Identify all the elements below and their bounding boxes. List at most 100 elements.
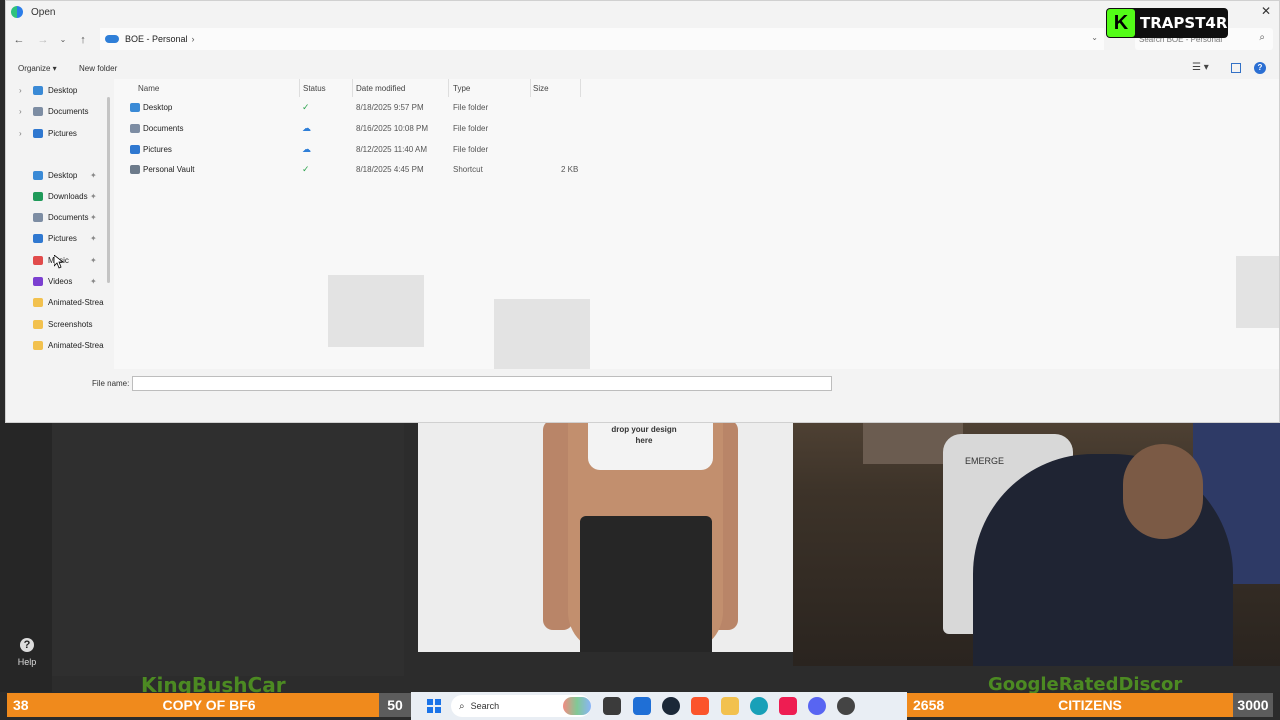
task-view-icon[interactable] (603, 697, 621, 715)
pin-icon[interactable]: ✦ (90, 171, 97, 180)
file-explorer-icon[interactable] (721, 697, 739, 715)
pin-icon[interactable]: ✦ (90, 213, 97, 222)
obs-icon[interactable] (837, 697, 855, 715)
file-name: Personal Vault (143, 165, 195, 174)
open-file-dialog: Open ✕ ← → ⌄ ↑ BOE - Personal › ⌄ ⌕ Orga… (5, 0, 1280, 423)
quick-access-item[interactable]: Animated-Strea (6, 336, 104, 354)
help-label: Help (17, 657, 37, 667)
pin-icon[interactable]: ✦ (90, 234, 97, 243)
file-row[interactable]: Desktop ✓ 8/18/2025 9:57 PM File folder (120, 98, 590, 118)
navigation-pane: › Desktop › Documents › Pictures Desktop ✦ Downl… (6, 79, 104, 369)
folder-icon (33, 106, 43, 116)
quick-access-item[interactable]: Screenshots (6, 315, 92, 333)
edge-icon (11, 6, 23, 18)
help-icon: ? (20, 638, 34, 652)
folder-icon (130, 165, 140, 174)
column-headers: Name Status Date modified Type Size (114, 79, 584, 97)
steam-icon[interactable] (662, 697, 680, 715)
dialog-titlebar: Open ✕ (6, 1, 1279, 23)
file-row[interactable]: Pictures ☁ 8/12/2025 11:40 AM File folder (120, 140, 590, 160)
folder-icon (33, 85, 43, 95)
pin-icon[interactable]: ✦ (90, 192, 97, 201)
quick-access-label: Animated-Strea (48, 297, 104, 307)
file-list: Name Status Date modified Type Size Desk… (114, 79, 1279, 369)
column-name[interactable]: Name (138, 84, 159, 93)
expand-chevron-icon[interactable]: › (19, 107, 29, 116)
folder-icon (33, 212, 43, 222)
file-name: Desktop (143, 103, 173, 112)
file-row[interactable]: Personal Vault ✓ 8/18/2025 4:45 PM Shortcut… (120, 160, 590, 180)
file-type: File folder (453, 145, 489, 154)
folder-icon (33, 170, 43, 180)
address-row: ← → ⌄ ↑ BOE - Personal › ⌄ ⌕ (6, 28, 1279, 52)
nav-tree-item[interactable]: › Documents (6, 102, 88, 120)
quick-access-label: Screenshots (48, 319, 93, 329)
notepad-icon[interactable] (633, 697, 651, 715)
column-status[interactable]: Status (303, 84, 326, 93)
brave-icon[interactable] (691, 697, 709, 715)
quick-access-item[interactable]: Desktop ✦ (6, 166, 97, 184)
nav-tree-item[interactable]: › Desktop (6, 81, 77, 99)
nav-scrollbar[interactable] (107, 97, 110, 283)
pin-icon[interactable]: ✦ (90, 256, 97, 265)
up-arrow-icon[interactable]: ↑ (74, 31, 92, 49)
tiktok-icon[interactable] (779, 697, 797, 715)
back-arrow-icon[interactable]: ← (10, 31, 28, 49)
drag-ghost-tile (1236, 256, 1279, 328)
organize-button[interactable]: Organize ▾ (18, 64, 57, 73)
folder-icon (33, 128, 43, 138)
folder-icon (33, 233, 43, 243)
help-button[interactable]: ? Help (12, 638, 42, 667)
nav-tree-item[interactable]: › Pictures (6, 124, 77, 142)
preview-pane-icon[interactable] (1231, 63, 1241, 73)
goal-bar-right: 2658 CITIZENS 3000 (907, 693, 1273, 717)
quick-access-item[interactable]: Downloads ✦ (6, 187, 97, 205)
windows-start-icon[interactable] (427, 699, 441, 713)
column-size[interactable]: Size (533, 84, 549, 93)
file-name-input[interactable] (132, 376, 832, 391)
file-date: 8/18/2025 9:57 PM (356, 103, 424, 112)
command-bar: Organize ▾ New folder ☰ ▾ ? (6, 59, 1279, 79)
file-date: 8/16/2025 10:08 PM (356, 124, 429, 133)
dialog-title: Open (31, 6, 56, 18)
address-bar[interactable]: BOE - Personal › ⌄ (100, 28, 1104, 50)
folder-icon (130, 145, 140, 154)
breadcrumb-chevron-icon[interactable]: › (192, 34, 195, 44)
streamer-name: TRAPST4R (1140, 14, 1228, 32)
app-side-panel (52, 420, 404, 676)
column-type[interactable]: Type (453, 84, 470, 93)
edge-icon[interactable] (750, 697, 768, 715)
search-icon[interactable]: ⌕ (1259, 32, 1265, 43)
discord-icon[interactable] (808, 697, 826, 715)
new-folder-button[interactable]: New folder (79, 64, 117, 73)
goal-target: 50 (379, 693, 411, 717)
file-date: 8/18/2025 4:45 PM (356, 165, 424, 174)
taskbar-search-label: Search (470, 701, 500, 711)
quick-access-item[interactable]: Animated-Strea (6, 293, 104, 311)
file-type: File folder (453, 124, 489, 133)
folder-icon (33, 191, 43, 201)
recent-chevron-down-icon[interactable]: ⌄ (54, 31, 72, 49)
close-button[interactable]: ✕ (1261, 4, 1271, 18)
address-dropdown-icon[interactable]: ⌄ (1091, 33, 1098, 42)
quick-access-item[interactable]: Videos ✦ (6, 272, 97, 290)
widgets-icon[interactable] (563, 697, 591, 715)
expand-chevron-icon[interactable]: › (19, 86, 29, 95)
pin-icon[interactable]: ✦ (90, 277, 97, 286)
column-date-modified[interactable]: Date modified (356, 84, 405, 93)
expand-chevron-icon[interactable]: › (19, 129, 29, 138)
goal-label: COPY OF BF6 (162, 697, 256, 713)
breadcrumb-boe-personal[interactable]: BOE - Personal (125, 34, 188, 44)
forward-arrow-icon[interactable]: → (34, 31, 52, 49)
synced-status-icon: ✓ (302, 164, 310, 174)
quick-access-label: Desktop (48, 170, 78, 180)
view-options-icon[interactable]: ☰ ▾ (1192, 62, 1209, 73)
cloud-status-icon: ☁ (302, 144, 311, 154)
quick-access-item[interactable]: Documents ✦ (6, 208, 97, 226)
design-drop-zone[interactable]: drop your design here (610, 420, 678, 460)
help-icon[interactable]: ? (1254, 62, 1266, 74)
folder-icon (33, 276, 43, 286)
file-size: 2 KB (561, 165, 579, 174)
quick-access-item[interactable]: Pictures ✦ (6, 229, 97, 247)
file-row[interactable]: Documents ☁ 8/16/2025 10:08 PM File folder (120, 119, 590, 139)
